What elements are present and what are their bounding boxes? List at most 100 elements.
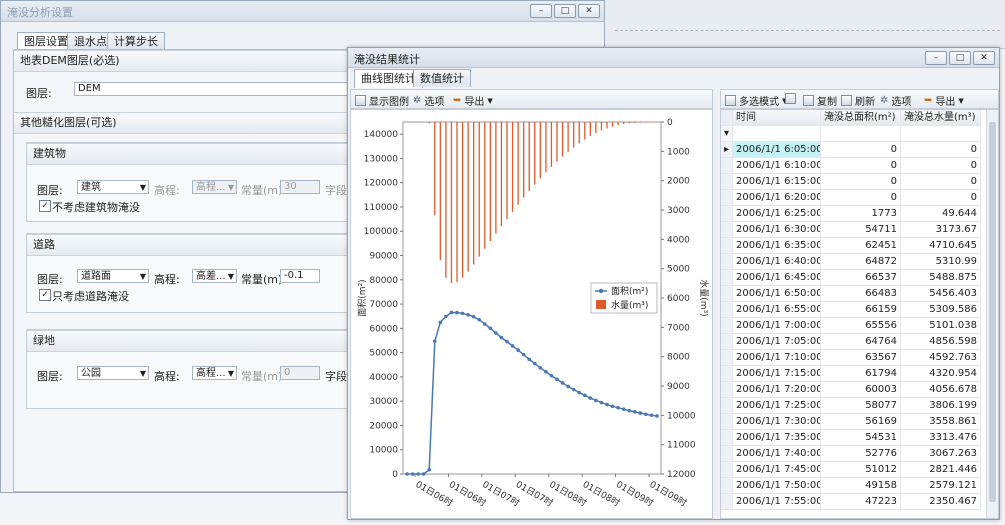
table-cell[interactable]: 2006/1/1 6:20:00	[733, 190, 821, 206]
table-cell[interactable]: 2006/1/1 7:45:00	[733, 462, 821, 478]
table-cell[interactable]: 0	[901, 142, 981, 158]
table-cell[interactable]: 2006/1/1 7:30:00	[733, 414, 821, 430]
column-header[interactable]: 时间	[733, 110, 821, 126]
roads-const-input[interactable]: -0.1	[280, 269, 320, 283]
row-indicator[interactable]	[721, 302, 733, 318]
refresh-button[interactable]: 刷新	[841, 93, 875, 108]
table-cell[interactable]: 5456.403	[901, 286, 981, 302]
table-cell[interactable]: 2006/1/1 7:50:00	[733, 478, 821, 494]
row-indicator[interactable]	[721, 174, 733, 190]
table-cell[interactable]: 3558.861	[901, 414, 981, 430]
table-cell[interactable]: 49158	[821, 478, 901, 494]
table-cell[interactable]: 0	[821, 174, 901, 190]
vertical-scrollbar[interactable]	[986, 110, 998, 518]
table-cell[interactable]: 2006/1/1 6:50:00	[733, 286, 821, 302]
table-cell[interactable]: 4056.678	[901, 382, 981, 398]
table-cell[interactable]: 2006/1/1 6:25:00	[733, 206, 821, 222]
show-legend-button[interactable]: 显示图例	[355, 93, 409, 108]
table-cell[interactable]: 65556	[821, 318, 901, 334]
table-cell[interactable]: 0	[821, 158, 901, 174]
table-cell[interactable]: 62451	[821, 238, 901, 254]
table-cell[interactable]: 0	[901, 190, 981, 206]
dem-layer-input[interactable]: DEM	[74, 82, 354, 96]
row-indicator[interactable]	[721, 254, 733, 270]
table-cell[interactable]: 66159	[821, 302, 901, 318]
maximize-button[interactable]: □	[949, 51, 971, 65]
table-cell[interactable]: 5309.586	[901, 302, 981, 318]
row-indicator[interactable]	[721, 478, 733, 494]
table-cell[interactable]: 54711	[821, 222, 901, 238]
minimize-button[interactable]: –	[530, 4, 552, 18]
table-cell[interactable]: 60003	[821, 382, 901, 398]
row-indicator[interactable]	[721, 462, 733, 478]
table-cell[interactable]: 2006/1/1 6:15:00	[733, 174, 821, 190]
buildings-const-input[interactable]: 30	[280, 180, 320, 194]
table-cell[interactable]: 56169	[821, 414, 901, 430]
table-cell[interactable]: 0	[901, 174, 981, 190]
table-cell[interactable]: 64872	[821, 254, 901, 270]
row-indicator[interactable]	[721, 414, 733, 430]
table-cell[interactable]: 51012	[821, 462, 901, 478]
filter-cell[interactable]	[733, 126, 821, 142]
table-cell[interactable]: 2006/1/1 7:05:00	[733, 334, 821, 350]
maximize-button[interactable]: □	[554, 4, 576, 18]
table-cell[interactable]: 0	[821, 190, 901, 206]
table-cell[interactable]: 5101.038	[901, 318, 981, 334]
table-cell[interactable]: 63567	[821, 350, 901, 366]
table-cell[interactable]: 4856.598	[901, 334, 981, 350]
table-cell[interactable]: 3806.199	[901, 398, 981, 414]
multiselect-button[interactable]: 多选模式▼	[725, 93, 787, 108]
roads-height-select[interactable]: 高差... ▼	[192, 269, 237, 283]
table-cell[interactable]: 66483	[821, 286, 901, 302]
table-cell[interactable]: 0	[821, 142, 901, 158]
table-cell[interactable]: 2350.467	[901, 494, 981, 510]
table-cell[interactable]: 2006/1/1 7:15:00	[733, 366, 821, 382]
row-indicator[interactable]	[721, 398, 733, 414]
table-cell[interactable]: 47223	[821, 494, 901, 510]
table-cell[interactable]: 4320.954	[901, 366, 981, 382]
table-cell[interactable]: 52776	[821, 446, 901, 462]
row-indicator[interactable]	[721, 318, 733, 334]
chart-options-button[interactable]: ✲ 选项	[413, 93, 444, 108]
roads-layer-select[interactable]: 道路面 ▼	[77, 269, 149, 283]
grid-options-button[interactable]: ✲ 选项	[880, 93, 911, 108]
row-indicator[interactable]	[721, 270, 733, 286]
row-indicator[interactable]	[721, 190, 733, 206]
close-button[interactable]: ✕	[973, 51, 995, 65]
table-cell[interactable]: 61794	[821, 366, 901, 382]
roads-checkbox[interactable]: ✓	[39, 289, 51, 301]
row-indicator[interactable]	[721, 366, 733, 382]
table-cell[interactable]: 0	[901, 158, 981, 174]
buildings-checkbox[interactable]: ✓	[39, 200, 51, 212]
row-indicator[interactable]	[721, 494, 733, 510]
table-cell[interactable]: 58077	[821, 398, 901, 414]
table-cell[interactable]: 2006/1/1 6:05:00	[733, 142, 821, 158]
tab-step[interactable]: 计算步长	[107, 32, 165, 50]
table-cell[interactable]: 2006/1/1 7:40:00	[733, 446, 821, 462]
table-cell[interactable]: 3067.263	[901, 446, 981, 462]
tab-value-stats[interactable]: 数值统计	[413, 69, 471, 87]
row-indicator[interactable]	[721, 206, 733, 222]
row-indicator[interactable]	[721, 446, 733, 462]
table-cell[interactable]: 2006/1/1 6:40:00	[733, 254, 821, 270]
table-cell[interactable]: 2821.446	[901, 462, 981, 478]
sort-button[interactable]	[785, 93, 796, 104]
table-cell[interactable]: 2006/1/1 7:00:00	[733, 318, 821, 334]
table-cell[interactable]: 2006/1/1 6:10:00	[733, 158, 821, 174]
green-layer-select[interactable]: 公园 ▼	[77, 366, 149, 380]
grid-export-button[interactable]: ➥ 导出 ▼	[924, 93, 964, 108]
table-cell[interactable]: 2006/1/1 7:20:00	[733, 382, 821, 398]
row-indicator[interactable]	[721, 382, 733, 398]
filter-cell[interactable]	[821, 126, 901, 142]
column-header[interactable]: 淹没总水量(m³)	[901, 110, 981, 126]
row-indicator[interactable]	[721, 158, 733, 174]
filter-row-icon[interactable]: ▾	[721, 126, 733, 142]
table-cell[interactable]: 4710.645	[901, 238, 981, 254]
copy-button[interactable]: 复制	[803, 93, 837, 108]
chart-export-button[interactable]: ➥ 导出 ▼	[453, 93, 493, 108]
close-button[interactable]: ✕	[578, 4, 600, 18]
table-cell[interactable]: 49.644	[901, 206, 981, 222]
table-cell[interactable]: 2006/1/1 7:25:00	[733, 398, 821, 414]
table-cell[interactable]: 3313.476	[901, 430, 981, 446]
green-height-select[interactable]: 高程... ▼	[192, 366, 237, 380]
